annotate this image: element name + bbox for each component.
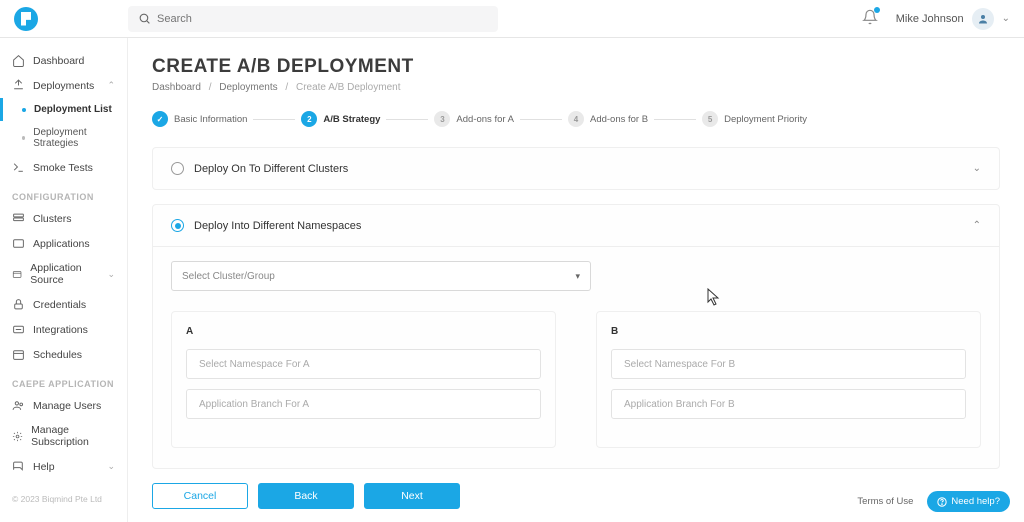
sidebar-item-integrations[interactable]: Integrations: [0, 317, 127, 342]
column-b-label: B: [611, 326, 966, 337]
select-namespace-b[interactable]: [611, 349, 966, 379]
deploy-icon: [12, 79, 25, 92]
terminal-icon: [12, 161, 25, 174]
column-a: A: [171, 311, 556, 448]
notification-dot: [874, 7, 880, 13]
bullet-icon: [22, 136, 25, 140]
chevron-down-icon: ⌄: [107, 269, 115, 280]
sidebar-item-deployment-list[interactable]: Deployment List: [0, 98, 127, 121]
sidebar-item-application-source[interactable]: Application Source ⌄: [0, 256, 127, 292]
help-icon: [12, 460, 25, 473]
brand-logo[interactable]: [14, 7, 38, 31]
app-branch-a[interactable]: [186, 389, 541, 419]
sidebar-item-manage-users[interactable]: Manage Users: [0, 393, 127, 418]
search-input[interactable]: [157, 13, 488, 25]
step-ab-strategy[interactable]: 2 A/B Strategy: [301, 111, 380, 127]
search-icon: [138, 12, 151, 25]
cancel-button[interactable]: Cancel: [152, 483, 248, 509]
check-icon: ✓: [152, 111, 168, 127]
breadcrumb-dashboard[interactable]: Dashboard: [152, 82, 201, 93]
app-icon: [12, 237, 25, 250]
gear-icon: [12, 430, 23, 443]
int-icon: [12, 323, 25, 336]
step-addons-b[interactable]: 4 Add-ons for B: [568, 111, 648, 127]
cal-icon: [12, 348, 25, 361]
search-field[interactable]: [128, 6, 498, 32]
sidebar-item-help[interactable]: Help ⌄: [0, 454, 127, 479]
lock-icon: [12, 298, 25, 311]
sidebar-item-clusters[interactable]: Clusters: [0, 206, 127, 231]
users-icon: [12, 399, 25, 412]
step-addons-a[interactable]: 3 Add-ons for A: [434, 111, 514, 127]
breadcrumb-current: Create A/B Deployment: [296, 82, 401, 93]
sidebar-item-deployment-strategies[interactable]: Deployment Strategies: [0, 121, 127, 155]
home-icon: [12, 54, 25, 67]
chevron-down-icon: ⌄: [973, 163, 981, 174]
breadcrumb-deployments[interactable]: Deployments: [219, 82, 277, 93]
bullet-icon: [22, 108, 26, 112]
sidebar-section-configuration: CONFIGURATION: [0, 180, 127, 206]
stepper: ✓ Basic Information 2 A/B Strategy 3 Add…: [152, 111, 1000, 127]
main-content: CREATE A/B DEPLOYMENT Dashboard / Deploy…: [128, 38, 1024, 522]
chevron-up-icon: ⌃: [973, 220, 981, 231]
column-b: B: [596, 311, 981, 448]
option-different-namespaces[interactable]: Deploy Into Different Namespaces ⌃: [153, 205, 999, 246]
sidebar-section-caepe: CAEPE APPLICATION: [0, 367, 127, 393]
step-basic-information[interactable]: ✓ Basic Information: [152, 111, 247, 127]
sidebar-item-credentials[interactable]: Credentials: [0, 292, 127, 317]
select-cluster-group[interactable]: Select Cluster/Group: [171, 261, 591, 291]
select-namespace-a[interactable]: [186, 349, 541, 379]
stack-icon: [12, 212, 25, 225]
breadcrumb: Dashboard / Deployments / Create A/B Dep…: [152, 82, 1000, 93]
notifications-bell[interactable]: [862, 9, 878, 28]
chevron-up-icon: ⌃: [107, 80, 115, 91]
next-button[interactable]: Next: [364, 483, 460, 509]
column-a-label: A: [186, 326, 541, 337]
user-name: Mike Johnson: [896, 13, 964, 25]
need-help-button[interactable]: Need help?: [927, 491, 1010, 512]
user-menu[interactable]: Mike Johnson ⌄: [896, 8, 1010, 30]
sidebar-item-deployments[interactable]: Deployments ⌃: [0, 73, 127, 98]
chevron-down-icon: ⌄: [107, 461, 115, 472]
sidebar-item-dashboard[interactable]: Dashboard: [0, 48, 127, 73]
sidebar-item-applications[interactable]: Applications: [0, 231, 127, 256]
sidebar: Dashboard Deployments ⌃ Deployment List …: [0, 38, 128, 522]
chevron-down-icon: ⌄: [1002, 13, 1010, 24]
sidebar-item-schedules[interactable]: Schedules: [0, 342, 127, 367]
source-icon: [12, 268, 22, 281]
terms-of-use-link[interactable]: Terms of Use: [857, 496, 913, 507]
step-deployment-priority[interactable]: 5 Deployment Priority: [702, 111, 807, 127]
copyright: © 2023 Biqmind Pte Ltd: [0, 486, 127, 512]
radio-checked-icon: [171, 219, 184, 232]
avatar: [972, 8, 994, 30]
option-different-clusters[interactable]: Deploy On To Different Clusters ⌄: [153, 148, 999, 189]
back-button[interactable]: Back: [258, 483, 354, 509]
sidebar-item-manage-subscription[interactable]: Manage Subscription: [0, 418, 127, 454]
radio-unchecked-icon: [171, 162, 184, 175]
question-icon: [937, 497, 947, 507]
person-icon: [977, 13, 989, 25]
app-branch-b[interactable]: [611, 389, 966, 419]
page-title: CREATE A/B DEPLOYMENT: [152, 56, 1000, 78]
sidebar-item-smoke-tests[interactable]: Smoke Tests: [0, 155, 127, 180]
